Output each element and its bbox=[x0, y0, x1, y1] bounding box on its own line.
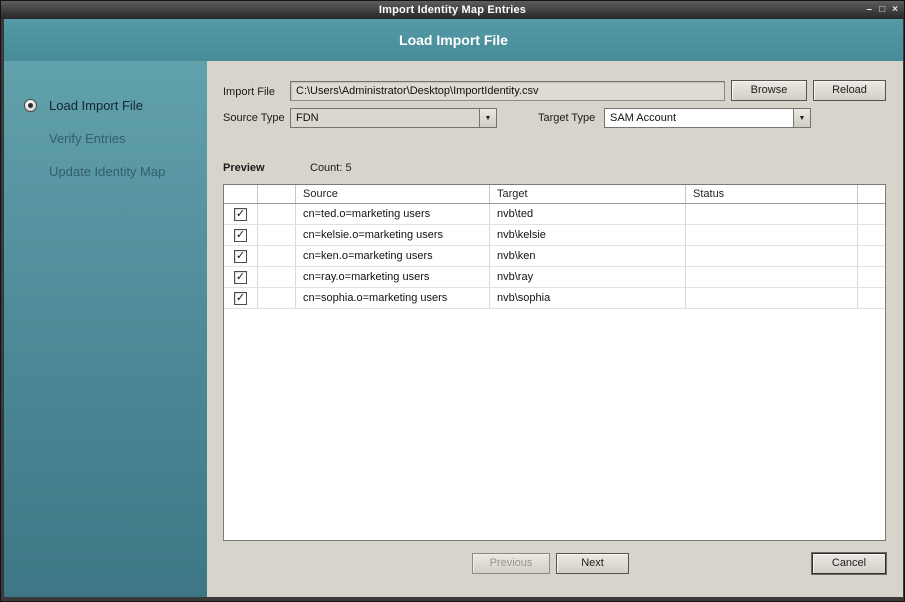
status-cell bbox=[686, 288, 858, 308]
column-header-blank[interactable] bbox=[258, 185, 296, 203]
row-checkbox[interactable]: ✓ bbox=[234, 249, 247, 263]
status-cell bbox=[686, 246, 858, 266]
preview-table: Source Target Status ✓ cn=ted.o=marketing u… bbox=[223, 184, 886, 541]
page-title: Load Import File bbox=[399, 32, 508, 48]
row-checkbox[interactable]: ✓ bbox=[234, 207, 247, 221]
status-cell bbox=[686, 267, 858, 287]
main-panel: Import File Browse Reload Source Type FD… bbox=[207, 61, 903, 597]
column-header-blank[interactable] bbox=[858, 185, 885, 203]
source-cell: cn=kelsie.o=marketing users bbox=[296, 225, 490, 245]
browse-button[interactable]: Browse bbox=[731, 80, 807, 101]
checkbox-cell: ✓ bbox=[224, 288, 258, 308]
checkbox-cell: ✓ bbox=[224, 225, 258, 245]
title-bar[interactable]: Import Identity Map Entries – □ × bbox=[1, 1, 904, 19]
import-file-input[interactable] bbox=[290, 81, 725, 101]
wizard-step-load-import-file[interactable]: Load Import File bbox=[4, 89, 207, 122]
checkbox-cell: ✓ bbox=[224, 246, 258, 266]
row-checkbox[interactable]: ✓ bbox=[234, 291, 247, 305]
window-controls: – □ × bbox=[867, 1, 898, 19]
table-row[interactable]: ✓ cn=ted.o=marketing users nvb\ted bbox=[224, 204, 885, 225]
close-button[interactable]: × bbox=[892, 1, 898, 19]
minimize-button[interactable]: – bbox=[867, 1, 873, 19]
dialog-window: Import Identity Map Entries – □ × Load I… bbox=[0, 0, 905, 602]
spacer-cell bbox=[258, 267, 296, 287]
radio-selected-icon bbox=[24, 99, 37, 112]
wizard-step-label: Verify Entries bbox=[49, 131, 126, 146]
end-cell bbox=[858, 225, 885, 245]
end-cell bbox=[858, 267, 885, 287]
spacer-cell bbox=[258, 288, 296, 308]
target-cell: nvb\kelsie bbox=[490, 225, 686, 245]
window-title: Import Identity Map Entries bbox=[378, 4, 527, 16]
target-cell: nvb\ted bbox=[490, 204, 686, 224]
wizard-step-label: Load Import File bbox=[49, 98, 143, 113]
source-type-label: Source Type bbox=[223, 112, 285, 124]
column-header-source[interactable]: Source bbox=[296, 185, 490, 203]
cancel-button[interactable]: Cancel bbox=[812, 553, 886, 574]
chevron-down-icon[interactable]: ▼ bbox=[479, 109, 496, 127]
next-button[interactable]: Next bbox=[556, 553, 629, 574]
source-cell: cn=ted.o=marketing users bbox=[296, 204, 490, 224]
column-header-target[interactable]: Target bbox=[490, 185, 686, 203]
target-type-value: SAM Account bbox=[610, 112, 677, 124]
end-cell bbox=[858, 288, 885, 308]
source-cell: cn=ray.o=marketing users bbox=[296, 267, 490, 287]
preview-table-body: ✓ cn=ted.o=marketing users nvb\ted ✓ cn=kels… bbox=[224, 204, 885, 309]
preview-label: Preview bbox=[223, 162, 265, 174]
wizard-sidebar: Load Import File Verify Entries Update Ide… bbox=[4, 61, 207, 597]
maximize-button[interactable]: □ bbox=[879, 1, 885, 19]
end-cell bbox=[858, 204, 885, 224]
table-row[interactable]: ✓ cn=kelsie.o=marketing users nvb\kelsie bbox=[224, 225, 885, 246]
target-type-select[interactable]: SAM Account ▼ bbox=[604, 108, 811, 128]
chevron-down-icon[interactable]: ▼ bbox=[793, 109, 810, 127]
row-checkbox[interactable]: ✓ bbox=[234, 228, 247, 242]
page-header: Load Import File bbox=[4, 19, 903, 61]
row-checkbox[interactable]: ✓ bbox=[234, 270, 247, 284]
preview-table-header: Source Target Status bbox=[224, 185, 885, 204]
wizard-step-label: Update Identity Map bbox=[49, 164, 166, 179]
spacer-cell bbox=[258, 246, 296, 266]
checkbox-cell: ✓ bbox=[224, 204, 258, 224]
wizard-step-update-identity-map[interactable]: Update Identity Map bbox=[4, 155, 207, 188]
target-cell: nvb\ken bbox=[490, 246, 686, 266]
spacer-cell bbox=[258, 225, 296, 245]
import-file-label: Import File bbox=[223, 86, 275, 98]
reload-button[interactable]: Reload bbox=[813, 80, 886, 101]
table-row[interactable]: ✓ cn=sophia.o=marketing users nvb\sophia bbox=[224, 288, 885, 309]
table-row[interactable]: ✓ cn=ray.o=marketing users nvb\ray bbox=[224, 267, 885, 288]
checkbox-cell: ✓ bbox=[224, 267, 258, 287]
previous-button[interactable]: Previous bbox=[472, 553, 550, 574]
source-cell: cn=ken.o=marketing users bbox=[296, 246, 490, 266]
end-cell bbox=[858, 246, 885, 266]
target-cell: nvb\sophia bbox=[490, 288, 686, 308]
preview-count: Count: 5 bbox=[310, 162, 352, 174]
status-cell bbox=[686, 225, 858, 245]
column-header-blank[interactable] bbox=[224, 185, 258, 203]
target-type-label: Target Type bbox=[538, 112, 596, 124]
status-cell bbox=[686, 204, 858, 224]
wizard-step-verify-entries[interactable]: Verify Entries bbox=[4, 122, 207, 155]
source-type-value: FDN bbox=[296, 112, 319, 124]
spacer-cell bbox=[258, 204, 296, 224]
wizard-steps: Load Import File Verify Entries Update Ide… bbox=[4, 89, 207, 188]
table-row[interactable]: ✓ cn=ken.o=marketing users nvb\ken bbox=[224, 246, 885, 267]
source-type-select[interactable]: FDN ▼ bbox=[290, 108, 497, 128]
column-header-status[interactable]: Status bbox=[686, 185, 858, 203]
dialog-content: Load Import File Load Import File Verify … bbox=[4, 19, 903, 597]
target-cell: nvb\ray bbox=[490, 267, 686, 287]
source-cell: cn=sophia.o=marketing users bbox=[296, 288, 490, 308]
